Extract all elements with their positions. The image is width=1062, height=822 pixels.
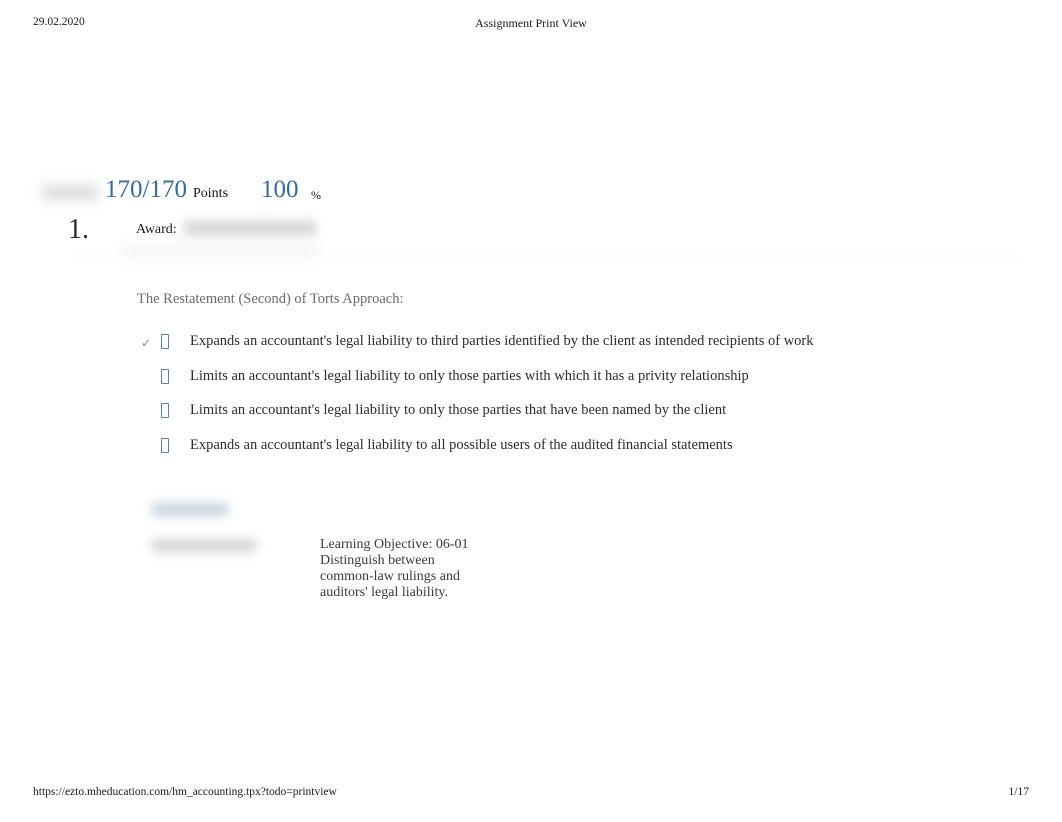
print-footer: https://ezto.mheducation.com/hm_accounti… xyxy=(0,786,1062,804)
redacted-meta-label xyxy=(152,539,256,552)
question-divider xyxy=(66,257,1018,259)
option-row[interactable]: Limits an accountant's legal liability t… xyxy=(0,365,1062,400)
redacted-header-tint xyxy=(120,246,320,256)
redacted-explanation-link[interactable] xyxy=(152,503,228,516)
radio-button-icon[interactable] xyxy=(161,403,169,418)
score-points-value: 170/170 xyxy=(105,176,187,203)
check-icon xyxy=(141,406,153,418)
radio-button-icon[interactable] xyxy=(161,368,169,384)
option-label: Expands an accountant's legal liability … xyxy=(190,436,733,453)
question-stem: The Restatement (Second) of Torts Approa… xyxy=(137,291,404,307)
redacted-award-value xyxy=(184,220,316,236)
option-label: Limits an accountant's legal liability t… xyxy=(190,402,727,418)
print-title: Assignment Print View xyxy=(475,16,587,30)
score-bar: 170/170 Points 100 % xyxy=(0,176,1062,210)
option-label: Expands an accountant's legal liability … xyxy=(190,333,814,349)
check-icon xyxy=(141,372,153,384)
footer-page-number: 1/17 xyxy=(1008,786,1029,798)
option-label: Limits an accountant's legal liability t… xyxy=(190,367,749,384)
score-percent-label: % xyxy=(311,188,321,202)
option-row[interactable]: Expands an accountant's legal liability … xyxy=(0,434,1062,469)
question-number: 1. xyxy=(68,214,89,245)
check-icon xyxy=(141,441,153,453)
learning-objective-line: Distinguish between xyxy=(320,553,435,568)
award-label: Award: xyxy=(136,222,177,237)
score-points-label: Points xyxy=(193,186,229,201)
option-row[interactable]: Limits an accountant's legal liability t… xyxy=(0,399,1062,434)
print-header: 29.02.2020 Assignment Print View xyxy=(0,16,1062,34)
radio-button-icon[interactable] xyxy=(161,437,169,453)
learning-objective-line: auditors' legal liability. xyxy=(320,585,448,600)
answer-options-list: ✓ Expands an accountant's legal liabilit… xyxy=(0,330,1062,468)
option-row[interactable]: ✓ Expands an accountant's legal liabilit… xyxy=(0,330,1062,365)
check-icon: ✓ xyxy=(141,336,152,350)
footer-url: https://ezto.mheducation.com/hm_accounti… xyxy=(33,786,337,798)
learning-objective-line: Learning Objective: 06-01 xyxy=(320,537,469,552)
learning-objective-line: common-law rulings and xyxy=(320,569,460,584)
radio-button-icon[interactable] xyxy=(161,334,169,349)
learning-objective: Learning Objective: 06-01 Distinguish be… xyxy=(320,537,530,601)
score-percent-value: 100 xyxy=(261,176,299,203)
